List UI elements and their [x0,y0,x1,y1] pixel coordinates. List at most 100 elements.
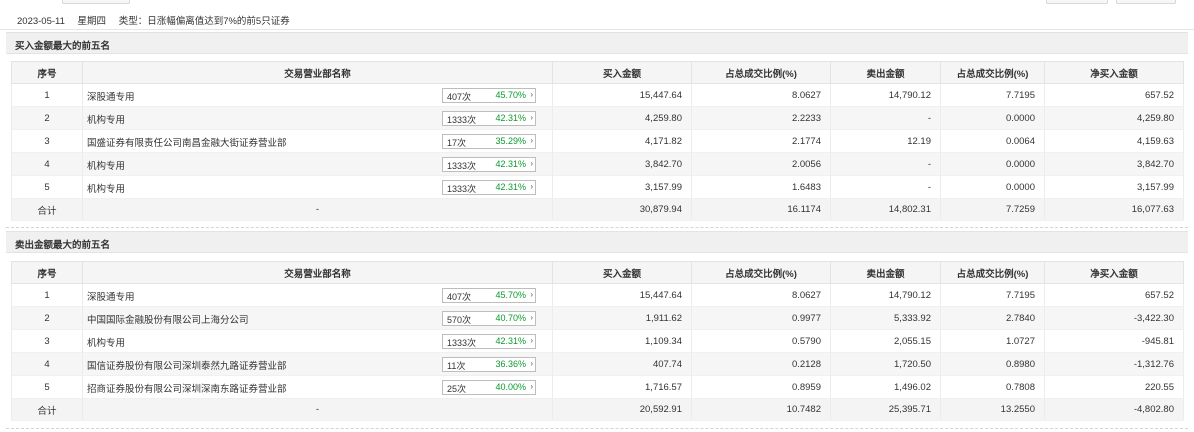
col-header-buy[interactable]: 买入金额 [552,261,692,284]
list-count: 1333次 [447,115,477,125]
total-branch: - [82,198,553,221]
bottom-divider [6,428,1188,429]
col-header-branch[interactable]: 交易营业部名称 [82,61,553,84]
tab-button-right-2[interactable] [1116,0,1176,4]
buy-amount: 3,842.70 [552,152,692,176]
col-header-buy[interactable]: 买入金额 [552,61,692,84]
col-header-branch[interactable]: 交易营业部名称 [82,261,553,284]
branch-name-link[interactable]: 国盛证券有限责任公司南昌金融大街证券营业部 [87,135,287,149]
branch-name-link[interactable]: 机构专用 [87,158,125,172]
branch-stats-badge[interactable]: 1333次 42.31% › [442,111,536,126]
table-row: 4 机构专用 1333次 42.31% › 3,842.70 2.0056 - 0.0… [11,152,1184,176]
net-amount: 4,159.63 [1044,129,1184,153]
net-amount: -1,312.76 [1044,352,1184,376]
buy-amount: 1,109.34 [552,329,692,353]
sell-amount: 5,333.92 [830,306,941,330]
branch-name-link[interactable]: 深股通专用 [87,289,135,303]
trade-weekday: 星期四 [77,16,107,27]
list-type-value: 日涨幅偏离值达到7%的前5只证券 [147,16,290,27]
branch-cell: 机构专用 1333次 42.31% › [82,175,553,199]
net-amount: 657.52 [1044,283,1184,307]
success-rate: 45.70% [495,90,526,100]
sell-pct: 0.0000 [940,106,1045,130]
branch-stats-badge[interactable]: 407次 45.70% › [442,88,536,103]
total-label: 合计 [11,398,83,421]
chevron-right-icon: › [530,113,533,122]
buy-amount: 407.74 [552,352,692,376]
sell-amount: - [830,152,941,176]
col-header-sell[interactable]: 卖出金额 [830,61,941,84]
branch-stats-badge[interactable]: 11次 36.36% › [442,357,536,372]
sell-pct: 0.0000 [940,175,1045,199]
branch-stats-badge[interactable]: 1333次 42.31% › [442,334,536,349]
buy-top5-table: 序号 交易营业部名称 买入金额 占总成交比例(%) 卖出金额 占总成交比例(%)… [11,61,1184,221]
branch-cell: 国盛证券有限责任公司南昌金融大街证券营业部 17次 35.29% › [82,129,553,153]
sell-pct: 1.0727 [940,329,1045,353]
sell-amount: 14,790.12 [830,283,941,307]
col-header-index[interactable]: 序号 [11,261,83,284]
col-header-index[interactable]: 序号 [11,61,83,84]
col-header-net[interactable]: 净买入金额 [1044,61,1184,84]
total-label: 合计 [11,198,83,221]
section-divider [6,227,1188,228]
chevron-right-icon: › [530,313,533,322]
col-header-sell-pct[interactable]: 占总成交比例(%) [940,61,1045,84]
branch-cell: 中国国际金融股份有限公司上海分公司 570次 40.70% › [82,306,553,330]
row-index: 3 [11,129,83,153]
table-row: 3 机构专用 1333次 42.31% › 1,109.34 0.5790 2,055… [11,329,1184,353]
col-header-net[interactable]: 净买入金额 [1044,261,1184,284]
col-header-sell[interactable]: 卖出金额 [830,261,941,284]
branch-name-link[interactable]: 机构专用 [87,112,125,126]
table-row: 1 深股通专用 407次 45.70% › 15,447.64 8.0627 14,7… [11,83,1184,107]
branch-stats-badge[interactable]: 25次 40.00% › [442,380,536,395]
sell-pct: 0.0064 [940,129,1045,153]
buy-amount: 1,911.62 [552,306,692,330]
sell-amount: 1,720.50 [830,352,941,376]
top-bar: 2023-05-11 星期四 类型：日涨幅偏离值达到7%的前5只证券 [0,0,1194,30]
branch-stats-badge[interactable]: 407次 45.70% › [442,288,536,303]
table-row: 5 机构专用 1333次 42.31% › 3,157.99 1.6483 - 0.0… [11,175,1184,199]
total-sell-amount: 25,395.71 [830,398,941,421]
branch-name-link[interactable]: 招商证券股份有限公司深圳深南东路证券营业部 [87,381,287,395]
buy-section-header: 买入金额最大的前五名 [6,32,1188,54]
branch-cell: 深股通专用 407次 45.70% › [82,283,553,307]
total-sell-pct: 7.7259 [940,198,1045,221]
buy-pct: 0.2128 [691,352,831,376]
sell-amount: 1,496.02 [830,375,941,399]
branch-stats-badge[interactable]: 1333次 42.31% › [442,157,536,172]
success-rate: 40.70% [495,313,526,323]
total-branch: - [82,398,553,421]
sell-amount: 12.19 [830,129,941,153]
sell-section-header: 卖出金额最大的前五名 [6,231,1188,253]
sell-pct: 0.0000 [940,152,1045,176]
branch-stats-badge[interactable]: 570次 40.70% › [442,311,536,326]
branch-name-link[interactable]: 机构专用 [87,181,125,195]
net-amount: 220.55 [1044,375,1184,399]
buy-amount: 15,447.64 [552,283,692,307]
buy-pct: 2.2233 [691,106,831,130]
branch-name-link[interactable]: 深股通专用 [87,89,135,103]
col-header-buy-pct[interactable]: 占总成交比例(%) [691,61,831,84]
branch-stats-badge[interactable]: 17次 35.29% › [442,134,536,149]
branch-stats-badge[interactable]: 1333次 42.31% › [442,180,536,195]
table-total-row: 合计 - 30,879.94 16.1174 14,802.31 7.7259 … [11,198,1184,221]
buy-amount: 4,259.80 [552,106,692,130]
col-header-sell-pct[interactable]: 占总成交比例(%) [940,261,1045,284]
branch-name-link[interactable]: 机构专用 [87,335,125,349]
list-count: 1333次 [447,338,477,348]
buy-amount: 3,157.99 [552,175,692,199]
table-row: 4 国信证券股份有限公司深圳泰然九路证券营业部 11次 36.36% › 407.74… [11,352,1184,376]
tab-button-right-1[interactable] [1046,0,1108,4]
sell-pct: 7.7195 [940,83,1045,107]
col-header-buy-pct[interactable]: 占总成交比例(%) [691,261,831,284]
chevron-right-icon: › [530,359,533,368]
row-index: 4 [11,352,83,376]
sell-pct: 0.8980 [940,352,1045,376]
sell-pct: 0.7808 [940,375,1045,399]
table-total-row: 合计 - 20,592.91 10.7482 25,395.71 13.2550… [11,398,1184,421]
total-net-amount: -4,802.80 [1044,398,1184,421]
chevron-right-icon: › [530,159,533,168]
tab-button-left[interactable] [62,0,130,4]
branch-name-link[interactable]: 国信证券股份有限公司深圳泰然九路证券营业部 [87,358,287,372]
branch-name-link[interactable]: 中国国际金融股份有限公司上海分公司 [87,312,249,326]
